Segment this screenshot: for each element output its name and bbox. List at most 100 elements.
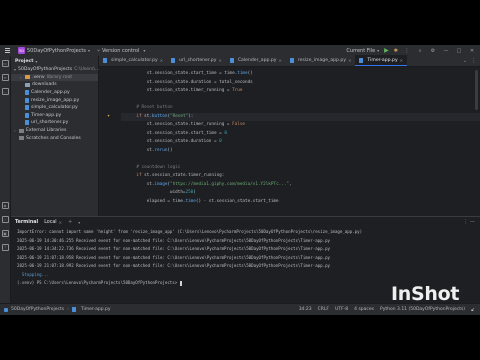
python-packages-icon[interactable]: ◈ <box>1 202 9 209</box>
editor-tab[interactable]: Timer-app.py ✕ <box>355 55 408 66</box>
terminal-line: 2025-06-19 21:07:18.958 Received event f… <box>17 254 331 260</box>
editor-scrollbar[interactable] <box>475 70 478 110</box>
tree-item-label: downloads <box>32 82 57 88</box>
project-badge: 5D <box>18 47 25 54</box>
close-icon[interactable]: ✕ <box>400 58 403 63</box>
python-console-icon[interactable]: › <box>1 216 9 223</box>
editor: simple_calculator.py ✕ url_shortener.py ✕ Ca… <box>99 55 480 216</box>
python-file-icon <box>229 58 234 63</box>
close-icon[interactable]: ✕ <box>348 58 351 63</box>
more-icon[interactable]: ⋮ <box>471 58 476 64</box>
code-area[interactable]: st.session_state.start_time = time.time(… <box>99 68 480 216</box>
tree-item[interactable]: Timer-app.py <box>11 112 98 120</box>
close-icon[interactable]: ✕ <box>59 220 62 225</box>
inshot-watermark: InShot <box>391 283 460 305</box>
python-interpreter[interactable]: Python 3.11 (50DayOfPythonProjects) <box>380 307 465 313</box>
close-icon[interactable]: ✕ <box>218 58 221 63</box>
tree-item[interactable]: downloads <box>11 81 98 89</box>
code-line: st.session_state.duration = 0 <box>126 139 222 144</box>
run-icon[interactable]: ▶ <box>384 47 389 54</box>
chevron-down-icon: ▾ <box>87 48 90 53</box>
tree-item[interactable]: › External Libraries <box>11 127 98 135</box>
line-separator[interactable]: CRLF <box>318 307 329 313</box>
tab-terminal[interactable]: Terminal <box>15 220 38 225</box>
problems-tool-icon[interactable]: ! <box>1 244 9 251</box>
code-line: st.session_state.start_time = 0 <box>126 130 227 136</box>
code-line: elapsed = time.time() - st.session_state… <box>126 198 279 204</box>
editor-tab[interactable]: simple_calculator.py ✕ <box>99 55 167 66</box>
structure-tool-icon[interactable]: ≡ <box>1 74 9 81</box>
terminal-tool-icon[interactable]: ▣ <box>1 230 9 237</box>
settings-icon[interactable]: ⚙ <box>429 48 437 54</box>
lightbulb-icon[interactable]: ✦ <box>107 113 110 119</box>
tree-item[interactable]: Scratches and Consoles <box>11 134 98 142</box>
breadcrumb-file[interactable]: Timer-app.py <box>81 307 111 312</box>
editor-tab-label: url_shortener.py <box>179 58 217 63</box>
python-file-icon <box>71 307 76 312</box>
python-file-icon <box>289 58 294 63</box>
code-line: st.image("https://media1.giphy.com/media… <box>126 181 292 187</box>
close-button[interactable]: ✕ <box>468 48 476 54</box>
tree-item[interactable]: url_shortener.py <box>11 119 98 127</box>
chevron-down-icon[interactable]: ▾ <box>14 67 16 72</box>
caret-position[interactable]: 34:23 <box>299 307 312 313</box>
indent-setting[interactable]: 4 spaces <box>354 307 374 313</box>
tab-local[interactable]: Local ✕ <box>44 220 62 225</box>
editor-tab[interactable]: resize_image_app.py ✕ <box>286 55 356 66</box>
code-line: st.rerun() <box>126 147 173 153</box>
breadcrumb: 50DayOfPythonProjects › Timer-app.py <box>4 307 111 312</box>
tab-list-icon[interactable]: ⌄ <box>463 58 467 64</box>
breadcrumb-project[interactable]: 50DayOfPythonProjects <box>11 307 64 312</box>
tab-local-label: Local <box>44 219 57 225</box>
terminal-output[interactable]: ImportError: cannot import name 'height'… <box>11 227 480 288</box>
search-icon[interactable]: ⌕ <box>416 48 424 54</box>
terminal-line: 2025-06-19 21:07:18.992 Received event f… <box>17 263 331 268</box>
chevron-down-icon: ▾ <box>377 48 380 53</box>
editor-tab-label: resize_image_app.py <box>297 58 347 63</box>
more-tools-icon[interactable]: … <box>1 88 9 95</box>
library-icon <box>19 136 24 141</box>
file-encoding[interactable]: UTF-8 <box>335 307 348 313</box>
tree-item-label: resize_image_app.py <box>31 97 80 103</box>
python-file-icon <box>25 105 29 111</box>
tree-item[interactable]: resize_image_app.py <box>11 96 98 104</box>
code-line: # countdown logic <box>126 164 181 170</box>
debug-icon[interactable]: ✱ <box>394 48 398 54</box>
code-line: # Reset button <box>126 105 173 110</box>
tree-item-label: simple_calculator.py <box>31 105 78 111</box>
chevron-down-icon[interactable]: ▾ <box>78 220 80 225</box>
tree-item[interactable]: ▾ 50DayOfPythonProjects C:\Users\... <box>11 66 99 74</box>
tool-strip: ▭ ≡ … ◈ › ▣ ! <box>0 56 11 303</box>
project-tool-icon[interactable]: ▭ <box>1 60 9 67</box>
editor-tab[interactable]: url_shortener.py ✕ <box>167 55 226 66</box>
add-terminal-icon[interactable]: + <box>68 219 72 225</box>
tree-item[interactable]: › .venv library root <box>11 73 98 82</box>
python-file-icon <box>25 120 29 126</box>
close-icon[interactable]: ✕ <box>160 58 163 63</box>
more-icon[interactable]: ⋮ — <box>463 219 475 225</box>
tree-item[interactable]: Calender_app.py <box>11 89 98 97</box>
terminal-tabs: Terminal Local ✕ + ▾ ⋮ — <box>11 217 480 227</box>
editor-tabs: simple_calculator.py ✕ url_shortener.py ✕ Ca… <box>99 55 480 67</box>
project-panel-title: Project <box>15 58 34 64</box>
editor-tab-label: simple_calculator.py <box>111 58 158 63</box>
tree-item[interactable]: simple_calculator.py <box>11 104 98 112</box>
tree-item-label: url_shortener.py <box>31 120 69 126</box>
maximize-button[interactable]: □ <box>455 48 463 54</box>
terminal-line: ImportError: cannot import name 'height'… <box>17 229 363 234</box>
lock-icon[interactable]: 🔓︎ <box>471 307 474 313</box>
tree-item-label: External Libraries <box>26 128 67 134</box>
editor-tab[interactable]: Calender_app.py ✕ <box>226 55 286 66</box>
project-switcher[interactable]: 50DayOfPythonProjects ▾ <box>27 45 90 56</box>
code-line: st.session_state.timer_running = True <box>126 88 243 93</box>
more-icon[interactable]: ⋮ <box>403 48 411 54</box>
project-panel-header[interactable]: Project ▾ <box>11 56 98 66</box>
terminal-line: Stopping... <box>17 271 50 277</box>
code-line: if st.button("Reset"): <box>121 112 480 121</box>
branch-icon: ⑂ <box>97 47 101 54</box>
minimize-button[interactable]: — <box>442 48 450 54</box>
project-icon <box>4 307 8 312</box>
tree-item-label: .venv <box>32 74 45 80</box>
close-icon[interactable]: ✕ <box>279 58 282 63</box>
main-menu-icon[interactable] <box>3 45 12 56</box>
